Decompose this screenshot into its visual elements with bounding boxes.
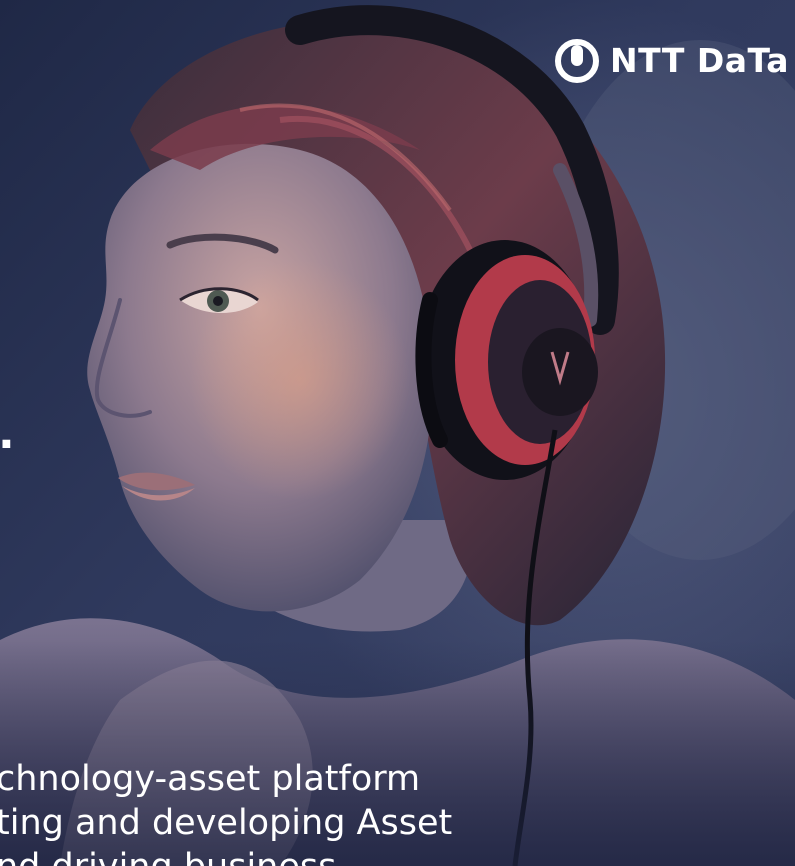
hero-photo	[0, 0, 795, 866]
hero-banner: NTT DaTa . chnology-asset platform ting …	[0, 0, 795, 866]
ntt-data-logo-mark-icon	[555, 39, 599, 83]
body-line: chnology-asset platform	[0, 759, 421, 799]
logo-wordmark: NTT DaTa	[610, 41, 790, 80]
body-line: ting and developing Asset	[0, 803, 453, 843]
body-line: nd driving business	[0, 845, 788, 866]
headline-fragment: .	[0, 412, 28, 456]
ntt-data-logo[interactable]: NTT DaTa	[554, 36, 789, 86]
body-copy: chnology-asset platform ting and develop…	[0, 757, 788, 866]
